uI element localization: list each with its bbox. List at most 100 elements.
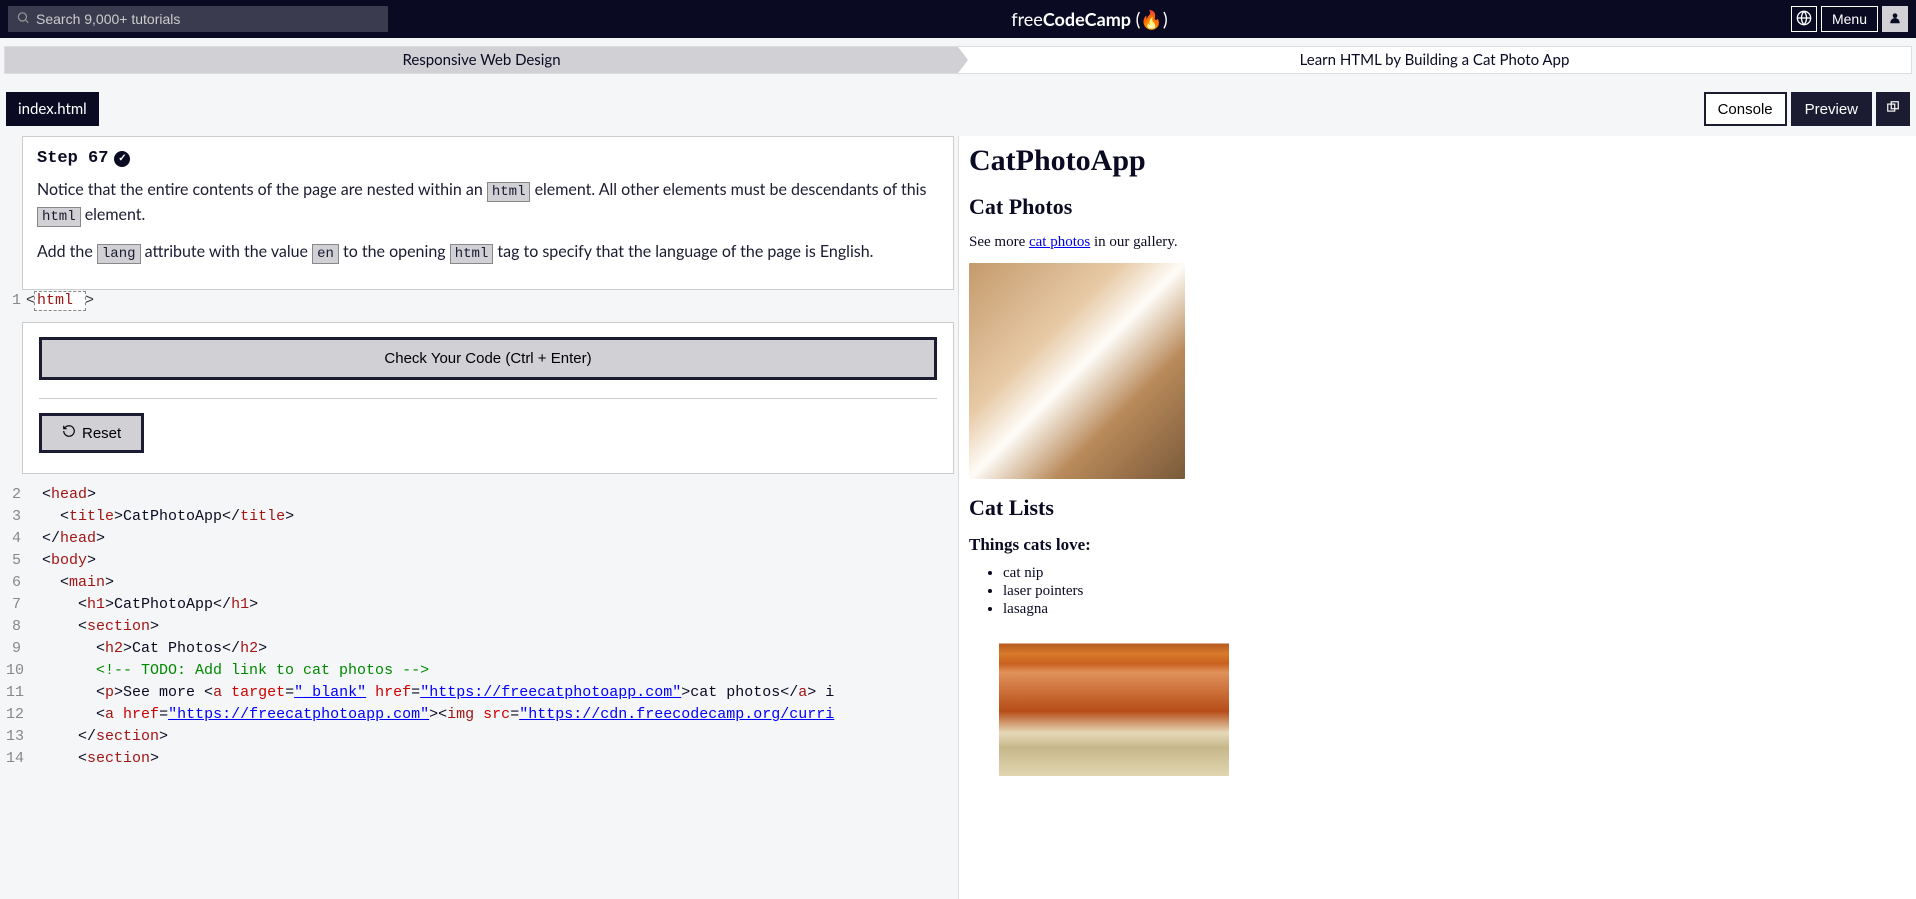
reset-label: Reset (82, 425, 121, 442)
brand-text-thin: free (1011, 8, 1043, 30)
step-title-text: Step 67 (37, 149, 108, 168)
split-layout: Step 67 ✓ Notice that the entire content… (0, 136, 1916, 899)
preview-h1: CatPhotoApp (969, 144, 1906, 178)
preview-cat-image[interactable] (969, 263, 1185, 479)
code-line[interactable]: </section> (24, 728, 168, 746)
editor-row: 9 <h2>Cat Photos</h2> (4, 638, 954, 660)
breadcrumb-lesson[interactable]: Learn HTML by Building a Cat Photo App (958, 47, 1911, 73)
t: Add the (37, 242, 97, 261)
popout-button[interactable] (1876, 92, 1910, 126)
file-tabs: index.html (6, 92, 99, 126)
search-wrap (8, 6, 388, 32)
preview-button[interactable]: Preview (1791, 92, 1872, 126)
preview-see-more: See more cat photos in our gallery. (969, 234, 1906, 251)
code-line[interactable]: <section> (24, 750, 159, 768)
line-number: 2 (6, 486, 24, 504)
code-html2: html (37, 207, 81, 227)
fire-icon: (🔥) (1131, 8, 1168, 30)
reset-icon (62, 424, 76, 442)
instructions-panel: Step 67 ✓ Notice that the entire content… (22, 136, 954, 290)
code-line[interactable]: </head> (24, 530, 105, 548)
search-input[interactable] (8, 6, 388, 32)
editor-row: 10 <!-- TODO: Add link to cat photos --> (4, 660, 954, 682)
list-item: laser pointers (1003, 583, 1906, 600)
app-header: freeCodeCamp (🔥) Menu (0, 0, 1916, 38)
t: element. (81, 205, 146, 224)
reset-button[interactable]: Reset (39, 413, 144, 453)
list-item: lasagna (1003, 601, 1906, 618)
editor-row: 6 <main> (4, 572, 954, 594)
language-button[interactable] (1791, 6, 1817, 32)
code-line[interactable]: <p>See more <a target="_blank" href="htt… (24, 684, 834, 702)
breadcrumb-bar: Responsive Web Design Learn HTML by Buil… (0, 38, 1916, 82)
preview-link-catphotos[interactable]: cat photos (1029, 234, 1090, 250)
line-number: 14 (6, 750, 24, 768)
file-tab-index[interactable]: index.html (6, 92, 99, 126)
t: < (26, 292, 35, 310)
check-code-button[interactable]: Check Your Code (Ctrl + Enter) (39, 337, 937, 380)
editor-row: 2 <head> (4, 484, 954, 506)
code-html3: html (450, 244, 494, 264)
instruction-p2: Add the lang attribute with the value en… (37, 240, 939, 265)
menu-button[interactable]: Menu (1821, 6, 1878, 32)
preview-h2-lists: Cat Lists (969, 495, 1906, 521)
line-number: 7 (6, 596, 24, 614)
line-number: 1 (6, 292, 24, 310)
t: > (85, 292, 94, 310)
breadcrumb-course[interactable]: Responsive Web Design (5, 47, 958, 73)
t: in our gallery. (1090, 234, 1177, 250)
preview-h3-love: Things cats love: (969, 535, 1906, 555)
line-number: 3 (6, 508, 24, 526)
instruction-p1: Notice that the entire contents of the p… (37, 178, 939, 228)
breadcrumb: Responsive Web Design Learn HTML by Buil… (4, 46, 1912, 74)
code-line[interactable]: <a href="https://freecatphotoapp.com"><i… (24, 706, 834, 724)
editable-region[interactable]: <> (24, 292, 94, 310)
toolbar: index.html Console Preview (0, 82, 1916, 136)
code-block[interactable]: 2 <head>3 <title>CatPhotoApp</title>4 </… (4, 484, 954, 770)
editor-row: 3 <title>CatPhotoApp</title> (4, 506, 954, 528)
editor-row: 14 <section> (4, 748, 954, 770)
editor-row: 13 </section> (4, 726, 954, 748)
code-input[interactable] (35, 292, 85, 310)
brand-logo: freeCodeCamp (🔥) (396, 8, 1783, 31)
line-number: 8 (6, 618, 24, 636)
editor-row: 7 <h1>CatPhotoApp</h1> (4, 594, 954, 616)
preview-pane: CatPhotoApp Cat Photos See more cat phot… (958, 136, 1916, 899)
editor-row: 4 </head> (4, 528, 954, 550)
code-line[interactable]: <section> (24, 618, 159, 636)
avatar-button[interactable] (1882, 6, 1908, 32)
preview-lasagna-image[interactable] (999, 632, 1229, 776)
line-number: 11 (6, 684, 24, 702)
code-line[interactable]: <title>CatPhotoApp</title> (24, 508, 294, 526)
editor-row: 5 <body> (4, 550, 954, 572)
popout-icon (1886, 100, 1900, 118)
code-line[interactable]: <h1>CatPhotoApp</h1> (24, 596, 258, 614)
code-html1: html (487, 182, 531, 202)
t: element. All other elements must be desc… (530, 180, 926, 199)
code-line[interactable]: <!-- TODO: Add link to cat photos --> (24, 662, 429, 680)
user-icon (1888, 11, 1902, 28)
preview-h2-photos: Cat Photos (969, 194, 1906, 220)
t: See more (969, 234, 1029, 250)
t: Notice that the entire contents of the p… (37, 180, 487, 199)
line-number: 9 (6, 640, 24, 658)
step-title: Step 67 ✓ (37, 149, 939, 168)
globe-icon (1796, 10, 1812, 29)
t: tag to specify that the language of the … (493, 242, 873, 261)
toolbar-right: Console Preview (1704, 92, 1910, 126)
console-button[interactable]: Console (1704, 92, 1787, 126)
code-line[interactable]: <body> (24, 552, 96, 570)
code-line[interactable]: <h2>Cat Photos</h2> (24, 640, 267, 658)
divider (39, 398, 937, 399)
line-number: 13 (6, 728, 24, 746)
preview-love-list: cat niplaser pointerslasagna (969, 565, 1906, 618)
t: attribute with the value (141, 242, 313, 261)
header-right: Menu (1791, 6, 1908, 32)
line-number: 10 (6, 662, 24, 680)
t: to the opening (339, 242, 450, 261)
line-number: 6 (6, 574, 24, 592)
check-icon: ✓ (114, 151, 130, 167)
brand-text-bold: CodeCamp (1043, 8, 1131, 30)
code-line[interactable]: <head> (24, 486, 96, 504)
code-line[interactable]: <main> (24, 574, 114, 592)
